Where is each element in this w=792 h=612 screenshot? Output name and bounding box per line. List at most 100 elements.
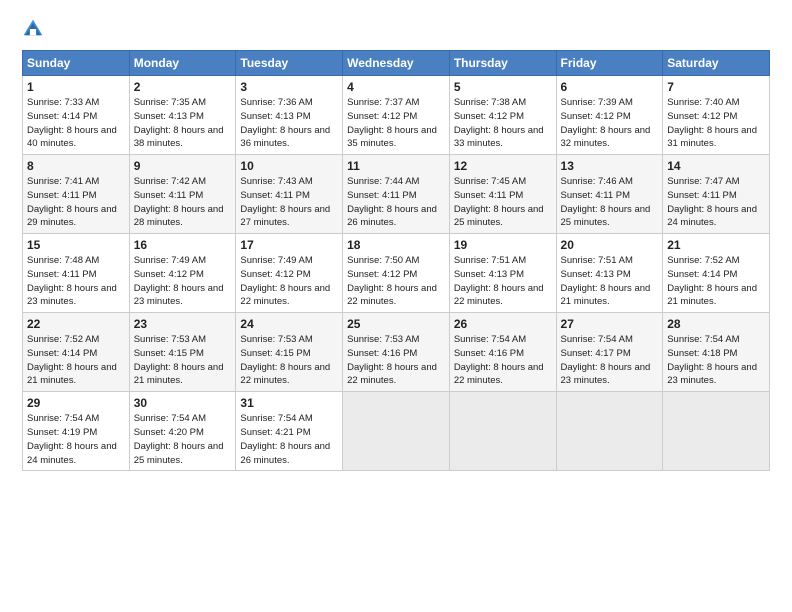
calendar-week-1: 1 Sunrise: 7:33 AMSunset: 4:14 PMDaylight… (23, 76, 770, 155)
weekday-header-saturday: Saturday (663, 51, 770, 76)
calendar-cell: 13 Sunrise: 7:46 AMSunset: 4:11 PMDayligh… (556, 155, 663, 234)
day-info: Sunrise: 7:51 AMSunset: 4:13 PMDaylight:… (561, 254, 659, 309)
calendar-cell: 6 Sunrise: 7:39 AMSunset: 4:12 PMDaylight… (556, 76, 663, 155)
logo-icon (22, 18, 44, 40)
day-info: Sunrise: 7:54 AMSunset: 4:18 PMDaylight:… (667, 333, 765, 388)
day-number: 8 (27, 159, 125, 173)
calendar-week-5: 29 Sunrise: 7:54 AMSunset: 4:19 PMDayligh… (23, 392, 770, 471)
calendar-cell: 7 Sunrise: 7:40 AMSunset: 4:12 PMDaylight… (663, 76, 770, 155)
calendar-week-2: 8Sunrise: 7:41 AMSunset: 4:11 PMDaylight… (23, 155, 770, 234)
day-number: 27 (561, 317, 659, 331)
calendar-cell: 23 Sunrise: 7:53 AMSunset: 4:15 PMDayligh… (129, 313, 236, 392)
calendar-cell: 1 Sunrise: 7:33 AMSunset: 4:14 PMDaylight… (23, 76, 130, 155)
day-number: 23 (134, 317, 232, 331)
day-info: Sunrise: 7:42 AMSunset: 4:11 PMDaylight:… (134, 175, 232, 230)
calendar-cell: 28 Sunrise: 7:54 AMSunset: 4:18 PMDayligh… (663, 313, 770, 392)
day-number: 29 (27, 396, 125, 410)
day-info: Sunrise: 7:53 AMSunset: 4:16 PMDaylight:… (347, 333, 445, 388)
calendar-cell: 9 Sunrise: 7:42 AMSunset: 4:11 PMDaylight… (129, 155, 236, 234)
day-info: Sunrise: 7:52 AMSunset: 4:14 PMDaylight:… (667, 254, 765, 309)
day-info: Sunrise: 7:51 AMSunset: 4:13 PMDaylight:… (454, 254, 552, 309)
day-info: Sunrise: 7:39 AMSunset: 4:12 PMDaylight:… (561, 96, 659, 151)
day-number: 16 (134, 238, 232, 252)
day-number: 5 (454, 80, 552, 94)
day-info: Sunrise: 7:54 AMSunset: 4:17 PMDaylight:… (561, 333, 659, 388)
day-number: 10 (240, 159, 338, 173)
calendar-cell: 4Sunrise: 7:37 AMSunset: 4:12 PMDaylight… (343, 76, 450, 155)
calendar-cell: 26 Sunrise: 7:54 AMSunset: 4:16 PMDayligh… (449, 313, 556, 392)
calendar-table: SundayMondayTuesdayWednesdayThursdayFrid… (22, 50, 770, 471)
day-number: 13 (561, 159, 659, 173)
day-info: Sunrise: 7:35 AMSunset: 4:13 PMDaylight:… (134, 96, 232, 151)
calendar-cell: 20 Sunrise: 7:51 AMSunset: 4:13 PMDayligh… (556, 234, 663, 313)
calendar-cell: 5 Sunrise: 7:38 AMSunset: 4:12 PMDaylight… (449, 76, 556, 155)
calendar-cell (556, 392, 663, 471)
calendar-cell: 27 Sunrise: 7:54 AMSunset: 4:17 PMDayligh… (556, 313, 663, 392)
header (22, 18, 770, 40)
day-number: 1 (27, 80, 125, 94)
day-number: 6 (561, 80, 659, 94)
day-number: 25 (347, 317, 445, 331)
day-number: 30 (134, 396, 232, 410)
day-info: Sunrise: 7:49 AMSunset: 4:12 PMDaylight:… (240, 254, 338, 309)
day-info: Sunrise: 7:47 AMSunset: 4:11 PMDaylight:… (667, 175, 765, 230)
calendar-cell: 16 Sunrise: 7:49 AMSunset: 4:12 PMDayligh… (129, 234, 236, 313)
calendar-cell: 31Sunrise: 7:54 AMSunset: 4:21 PMDayligh… (236, 392, 343, 471)
day-info: Sunrise: 7:38 AMSunset: 4:12 PMDaylight:… (454, 96, 552, 151)
weekday-header-row: SundayMondayTuesdayWednesdayThursdayFrid… (23, 51, 770, 76)
calendar-cell: 19 Sunrise: 7:51 AMSunset: 4:13 PMDayligh… (449, 234, 556, 313)
day-info: Sunrise: 7:40 AMSunset: 4:12 PMDaylight:… (667, 96, 765, 151)
day-info: Sunrise: 7:54 AMSunset: 4:19 PMDaylight:… (27, 412, 125, 467)
day-number: 17 (240, 238, 338, 252)
day-number: 7 (667, 80, 765, 94)
calendar-week-4: 22 Sunrise: 7:52 AMSunset: 4:14 PMDayligh… (23, 313, 770, 392)
day-number: 19 (454, 238, 552, 252)
day-number: 3 (240, 80, 338, 94)
day-info: Sunrise: 7:43 AMSunset: 4:11 PMDaylight:… (240, 175, 338, 230)
day-number: 20 (561, 238, 659, 252)
calendar-cell: 12 Sunrise: 7:45 AMSunset: 4:11 PMDayligh… (449, 155, 556, 234)
calendar-cell: 21 Sunrise: 7:52 AMSunset: 4:14 PMDayligh… (663, 234, 770, 313)
day-info: Sunrise: 7:44 AMSunset: 4:11 PMDaylight:… (347, 175, 445, 230)
calendar-cell (663, 392, 770, 471)
day-number: 12 (454, 159, 552, 173)
calendar-week-3: 15Sunrise: 7:48 AMSunset: 4:11 PMDayligh… (23, 234, 770, 313)
day-number: 24 (240, 317, 338, 331)
day-info: Sunrise: 7:54 AMSunset: 4:16 PMDaylight:… (454, 333, 552, 388)
calendar-cell: 18Sunrise: 7:50 AMSunset: 4:12 PMDayligh… (343, 234, 450, 313)
calendar-cell: 3 Sunrise: 7:36 AMSunset: 4:13 PMDaylight… (236, 76, 343, 155)
day-info: Sunrise: 7:48 AMSunset: 4:11 PMDaylight:… (27, 254, 125, 309)
weekday-header-tuesday: Tuesday (236, 51, 343, 76)
day-info: Sunrise: 7:46 AMSunset: 4:11 PMDaylight:… (561, 175, 659, 230)
calendar-cell: 17 Sunrise: 7:49 AMSunset: 4:12 PMDayligh… (236, 234, 343, 313)
day-number: 28 (667, 317, 765, 331)
day-number: 14 (667, 159, 765, 173)
day-info: Sunrise: 7:52 AMSunset: 4:14 PMDaylight:… (27, 333, 125, 388)
calendar-cell: 10 Sunrise: 7:43 AMSunset: 4:11 PMDayligh… (236, 155, 343, 234)
calendar-cell: 11 Sunrise: 7:44 AMSunset: 4:11 PMDayligh… (343, 155, 450, 234)
day-info: Sunrise: 7:45 AMSunset: 4:11 PMDaylight:… (454, 175, 552, 230)
day-number: 22 (27, 317, 125, 331)
weekday-header-thursday: Thursday (449, 51, 556, 76)
weekday-header-friday: Friday (556, 51, 663, 76)
day-info: Sunrise: 7:36 AMSunset: 4:13 PMDaylight:… (240, 96, 338, 151)
day-number: 4 (347, 80, 445, 94)
day-info: Sunrise: 7:53 AMSunset: 4:15 PMDaylight:… (134, 333, 232, 388)
day-number: 31 (240, 396, 338, 410)
calendar-cell: 22 Sunrise: 7:52 AMSunset: 4:14 PMDayligh… (23, 313, 130, 392)
calendar-cell: 30Sunrise: 7:54 AMSunset: 4:20 PMDayligh… (129, 392, 236, 471)
calendar-cell (343, 392, 450, 471)
day-info: Sunrise: 7:53 AMSunset: 4:15 PMDaylight:… (240, 333, 338, 388)
day-number: 2 (134, 80, 232, 94)
calendar-cell: 15Sunrise: 7:48 AMSunset: 4:11 PMDayligh… (23, 234, 130, 313)
logo (22, 18, 48, 40)
day-number: 9 (134, 159, 232, 173)
calendar-cell: 2 Sunrise: 7:35 AMSunset: 4:13 PMDaylight… (129, 76, 236, 155)
day-number: 11 (347, 159, 445, 173)
day-info: Sunrise: 7:49 AMSunset: 4:12 PMDaylight:… (134, 254, 232, 309)
day-number: 26 (454, 317, 552, 331)
day-number: 21 (667, 238, 765, 252)
calendar-cell: 8Sunrise: 7:41 AMSunset: 4:11 PMDaylight… (23, 155, 130, 234)
day-info: Sunrise: 7:33 AMSunset: 4:14 PMDaylight:… (27, 96, 125, 151)
calendar-cell (449, 392, 556, 471)
